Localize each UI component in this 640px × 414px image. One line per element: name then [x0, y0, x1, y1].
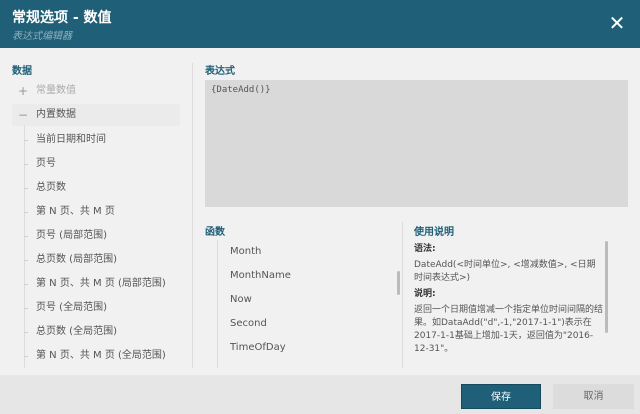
description-text: 返回一个日期值增减一个指定单位时间间隔的结果。如DataAdd("d",-1,"… — [414, 305, 604, 354]
usage-content: 语法: DateAdd(<时间单位>, <增减数值>, <日期时间表达式>) 说… — [414, 240, 604, 356]
save-button[interactable]: 保存 — [461, 384, 541, 409]
dialog-title: 常规选项 - 数值 — [12, 10, 112, 26]
tree-item[interactable]: 第 N 页、共 M 页 — [36, 201, 115, 223]
function-item[interactable]: Month — [230, 246, 261, 257]
plus-icon: + — [18, 84, 29, 98]
close-icon[interactable]: ✕ — [606, 12, 628, 34]
tree-item[interactable]: 第 N 页、共 M 页 (局部范围) — [36, 273, 166, 295]
function-item[interactable]: TimeOfDay — [230, 342, 286, 353]
function-item[interactable]: Second — [230, 318, 267, 329]
tree-item[interactable]: 当前日期和时间 — [36, 129, 106, 151]
syntax-text: DateAdd(<时间单位>, <增减数值>, <日期时间表达式>) — [414, 260, 596, 283]
usage-label: 使用说明 — [414, 227, 454, 238]
tree-item[interactable]: 总页数 (局部范围) — [36, 249, 117, 271]
tree-item[interactable]: 第 N 页、共 M 页 (全局范围) — [36, 345, 166, 367]
divider — [402, 222, 403, 368]
tree-item[interactable]: 总页数 (全局范围) — [36, 321, 117, 343]
tree-group-label: 常量数值 — [36, 85, 76, 96]
expression-label: 表达式 — [205, 66, 235, 77]
tree-group-builtin[interactable]: − 内置数据 — [12, 104, 180, 126]
tree-line — [217, 240, 218, 368]
usage-scrollbar[interactable] — [605, 241, 608, 333]
tree-item[interactable]: 页号 (全局范围) — [36, 297, 107, 319]
tree-item[interactable]: 页号 — [36, 153, 56, 175]
cancel-button[interactable]: 取消 — [553, 384, 634, 409]
data-section-label: 数据 — [12, 66, 32, 77]
description-label: 说明: — [414, 289, 436, 299]
expression-input[interactable]: {DateAdd()} — [205, 80, 628, 207]
tree-item[interactable]: 页号 (局部范围) — [36, 225, 107, 247]
dialog-subtitle: 表达式编辑器 — [12, 31, 72, 42]
data-scrollbar[interactable] — [192, 63, 193, 368]
functions-scrollbar[interactable] — [397, 271, 400, 295]
function-item[interactable]: Now — [230, 294, 252, 305]
dialog-footer — [0, 375, 640, 414]
tree-group-constants[interactable]: + 常量数值 — [12, 80, 180, 102]
function-item[interactable]: MonthName — [230, 270, 291, 281]
dialog-header: 常规选项 - 数值 表达式编辑器 ✕ — [0, 0, 640, 48]
functions-label: 函数 — [205, 227, 225, 238]
tree-group-label: 内置数据 — [36, 109, 76, 120]
minus-icon: − — [18, 108, 29, 122]
tree-item[interactable]: 总页数 — [36, 177, 66, 199]
data-tree: + 常量数值 − 内置数据 当前日期和时间 页号 总页数 第 N 页、共 M 页 页… — [0, 80, 192, 368]
syntax-label: 语法: — [414, 244, 436, 254]
